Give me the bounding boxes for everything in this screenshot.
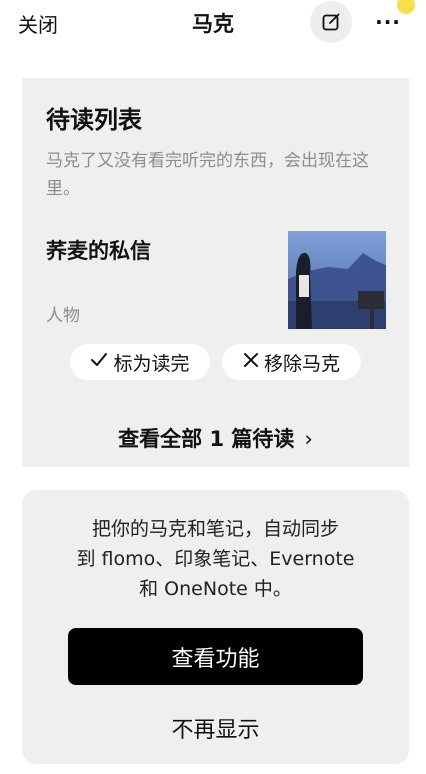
view-all-link[interactable]: 查看全部 1 篇待读 › (22, 423, 409, 453)
edit-square-icon (322, 13, 340, 31)
sync-promo-line: 把你的马克和笔记，自动同步 (91, 518, 339, 540)
reading-item-tag: 人物 (46, 306, 80, 326)
remove-mark-button[interactable]: 移除马克 (222, 344, 361, 380)
reading-item-thumbnail[interactable] (288, 231, 386, 329)
chevron-right-icon: › (304, 427, 313, 451)
reading-list-description: 马克了又没有看完听完的东西，会出现在这里。 (46, 151, 369, 199)
more-icon: ··· (375, 10, 401, 34)
mark-done-button[interactable]: 标为读完 (70, 344, 210, 380)
mark-done-label: 标为读完 (113, 352, 190, 375)
view-features-button[interactable]: 查看功能 (68, 628, 363, 685)
dont-show-again-button[interactable]: 不再显示 (22, 712, 409, 744)
sync-promo-line: 到 flomo、印象笔记、Evernote (76, 548, 355, 570)
remove-mark-label: 移除马克 (263, 352, 340, 375)
reading-list-title: 待读列表 (46, 106, 142, 134)
close-icon (243, 351, 259, 373)
sync-promo-line: 和 OneNote 中。 (139, 578, 292, 600)
reading-list-card: 待读列表 马克了又没有看完听完的东西，会出现在这里。 荞麦的私信 人物 标为读完 (22, 78, 409, 467)
edit-button[interactable] (310, 1, 352, 43)
sync-promo-card: 把你的马克和笔记，自动同步 到 flomo、印象笔记、Evernote 和 On… (22, 490, 409, 764)
top-bar: 关闭 马克 ··· (0, 0, 426, 46)
reading-item-title[interactable]: 荞麦的私信 (46, 235, 151, 265)
sync-promo-text: 把你的马克和笔记，自动同步 到 flomo、印象笔记、Evernote 和 On… (22, 514, 409, 604)
page-title: 马克 (192, 12, 234, 36)
more-options-button[interactable]: ··· (373, 8, 403, 36)
check-icon (90, 351, 108, 373)
view-all-label: 查看全部 1 篇待读 (118, 427, 295, 451)
